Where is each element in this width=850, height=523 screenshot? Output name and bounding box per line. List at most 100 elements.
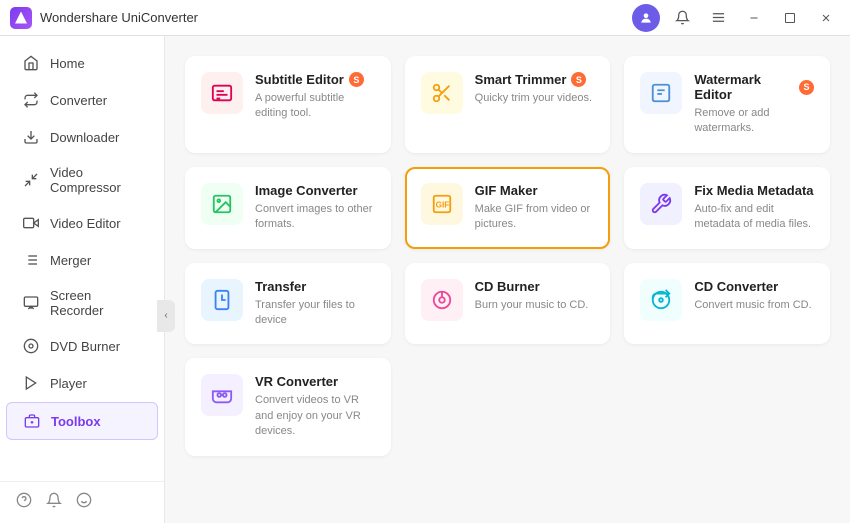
window-controls xyxy=(632,4,840,32)
sidebar-item-video-compressor[interactable]: Video Compressor xyxy=(6,156,158,204)
tool-card-cd-burner[interactable]: CD Burner Burn your music to CD. xyxy=(405,263,611,345)
tool-card-text-image-converter: Image Converter Convert images to other … xyxy=(255,183,375,233)
tool-card-desc-smart-trimmer: Quicky trim your videos. xyxy=(475,91,595,106)
tool-card-text-cd-burner: CD Burner Burn your music to CD. xyxy=(475,279,595,313)
hamburger-menu-icon[interactable] xyxy=(704,4,732,32)
tool-card-smart-trimmer[interactable]: Smart Trimmer S Quicky trim your videos. xyxy=(405,56,611,153)
sidebar-item-video-editor[interactable]: Video Editor xyxy=(6,205,158,241)
sidebar-nav: Home Converter Downloader Video Compress… xyxy=(0,36,164,481)
sidebar-item-toolbox[interactable]: Toolbox xyxy=(6,402,158,440)
tool-card-watermark-editor[interactable]: Watermark Editor S Remove or add waterma… xyxy=(624,56,830,153)
tool-card-title-smart-trimmer: Smart Trimmer S xyxy=(475,72,595,87)
main-layout: Home Converter Downloader Video Compress… xyxy=(0,36,850,523)
tool-card-text-cd-converter: CD Converter Convert music from CD. xyxy=(694,279,814,313)
image-tool-icon xyxy=(201,183,243,225)
sidebar-label-merger: Merger xyxy=(50,253,91,268)
sidebar-footer xyxy=(0,481,164,523)
sidebar-item-home[interactable]: Home xyxy=(6,45,158,81)
sidebar-label-toolbox: Toolbox xyxy=(51,414,101,429)
sidebar-label-downloader: Downloader xyxy=(50,130,119,145)
sidebar-item-merger[interactable]: Merger xyxy=(6,242,158,278)
app-logo xyxy=(10,7,32,29)
tool-card-title-cd-burner: CD Burner xyxy=(475,279,595,294)
subtitle-tool-icon xyxy=(201,72,243,114)
player-icon xyxy=(22,374,40,392)
video-editor-icon xyxy=(22,214,40,232)
help-icon[interactable] xyxy=(16,492,32,513)
tool-card-title-watermark-editor: Watermark Editor S xyxy=(694,72,814,102)
home-icon xyxy=(22,54,40,72)
feedback-icon[interactable] xyxy=(76,492,92,513)
merger-icon xyxy=(22,251,40,269)
cdburner-tool-icon xyxy=(421,279,463,321)
tool-card-title-subtitle-editor: Subtitle Editor S xyxy=(255,72,375,87)
badge-subtitle-editor: S xyxy=(349,72,364,87)
badge-smart-trimmer: S xyxy=(571,72,586,87)
user-avatar[interactable] xyxy=(632,4,660,32)
transfer-tool-icon xyxy=(201,279,243,321)
tool-card-text-vr-converter: VR Converter Convert videos to VR and en… xyxy=(255,374,375,439)
sidebar-label-converter: Converter xyxy=(50,93,107,108)
sidebar-item-downloader[interactable]: Downloader xyxy=(6,119,158,155)
notifications-icon[interactable] xyxy=(668,4,696,32)
sidebar: Home Converter Downloader Video Compress… xyxy=(0,36,165,523)
compressor-icon xyxy=(22,171,40,189)
tool-card-desc-transfer: Transfer your files to device xyxy=(255,298,375,329)
dvd-burner-icon xyxy=(22,337,40,355)
cdconvert-tool-icon xyxy=(640,279,682,321)
tool-card-desc-subtitle-editor: A powerful subtitle editing tool. xyxy=(255,91,375,122)
tool-card-transfer[interactable]: Transfer Transfer your files to device xyxy=(185,263,391,345)
tool-card-text-transfer: Transfer Transfer your files to device xyxy=(255,279,375,329)
tool-card-image-converter[interactable]: Image Converter Convert images to other … xyxy=(185,167,391,249)
gif-tool-icon: GIF xyxy=(421,183,463,225)
tool-card-title-vr-converter: VR Converter xyxy=(255,374,375,389)
tool-card-cd-converter[interactable]: CD Converter Convert music from CD. xyxy=(624,263,830,345)
tool-card-desc-watermark-editor: Remove or add watermarks. xyxy=(694,106,814,137)
tool-card-desc-image-converter: Convert images to other formats. xyxy=(255,202,375,233)
sidebar-label-video-editor: Video Editor xyxy=(50,216,121,231)
minimize-button[interactable] xyxy=(740,4,768,32)
badge-watermark-editor: S xyxy=(799,80,814,95)
sidebar-item-dvd-burner[interactable]: DVD Burner xyxy=(6,328,158,364)
tool-card-desc-cd-converter: Convert music from CD. xyxy=(694,298,814,313)
maximize-button[interactable] xyxy=(776,4,804,32)
watermark-tool-icon xyxy=(640,72,682,114)
sidebar-label-home: Home xyxy=(50,56,85,71)
titlebar: Wondershare UniConverter xyxy=(0,0,850,36)
sidebar-item-converter[interactable]: Converter xyxy=(6,82,158,118)
tool-card-gif-maker[interactable]: GIF GIF Maker Make GIF from video or pic… xyxy=(405,167,611,249)
bell-icon[interactable] xyxy=(46,492,62,513)
fixmeta-tool-icon xyxy=(640,183,682,225)
tool-card-desc-vr-converter: Convert videos to VR and enjoy on your V… xyxy=(255,393,375,439)
tool-card-subtitle-editor[interactable]: Subtitle Editor S A powerful subtitle ed… xyxy=(185,56,391,153)
tool-card-text-smart-trimmer: Smart Trimmer S Quicky trim your videos. xyxy=(475,72,595,106)
toolbox-content: Subtitle Editor S A powerful subtitle ed… xyxy=(165,36,850,523)
tool-card-text-subtitle-editor: Subtitle Editor S A powerful subtitle ed… xyxy=(255,72,375,122)
tool-card-text-watermark-editor: Watermark Editor S Remove or add waterma… xyxy=(694,72,814,137)
tool-card-text-fix-media-metadata: Fix Media Metadata Auto-fix and edit met… xyxy=(694,183,814,233)
sidebar-item-player[interactable]: Player xyxy=(6,365,158,401)
sidebar-label-screen-recorder: Screen Recorder xyxy=(50,288,142,318)
vr-tool-icon xyxy=(201,374,243,416)
tool-card-desc-gif-maker: Make GIF from video or pictures. xyxy=(475,202,595,233)
screen-recorder-icon xyxy=(22,294,40,312)
sidebar-item-screen-recorder[interactable]: Screen Recorder xyxy=(6,279,158,327)
toolbox-icon xyxy=(23,412,41,430)
trimmer-tool-icon xyxy=(421,72,463,114)
tool-card-text-gif-maker: GIF Maker Make GIF from video or picture… xyxy=(475,183,595,233)
tool-card-title-gif-maker: GIF Maker xyxy=(475,183,595,198)
tool-card-fix-media-metadata[interactable]: Fix Media Metadata Auto-fix and edit met… xyxy=(624,167,830,249)
sidebar-label-dvd-burner: DVD Burner xyxy=(50,339,120,354)
sidebar-collapse-button[interactable]: ‹ xyxy=(157,300,175,332)
tool-card-title-cd-converter: CD Converter xyxy=(694,279,814,294)
tool-card-title-fix-media-metadata: Fix Media Metadata xyxy=(694,183,814,198)
sidebar-label-player: Player xyxy=(50,376,87,391)
tool-card-vr-converter[interactable]: VR Converter Convert videos to VR and en… xyxy=(185,358,391,455)
tool-grid: Subtitle Editor S A powerful subtitle ed… xyxy=(185,56,830,456)
tool-card-desc-fix-media-metadata: Auto-fix and edit metadata of media file… xyxy=(694,202,814,233)
app-title: Wondershare UniConverter xyxy=(40,10,632,25)
converter-icon xyxy=(22,91,40,109)
close-button[interactable] xyxy=(812,4,840,32)
svg-text:GIF: GIF xyxy=(435,200,449,209)
sidebar-label-video-compressor: Video Compressor xyxy=(50,165,142,195)
